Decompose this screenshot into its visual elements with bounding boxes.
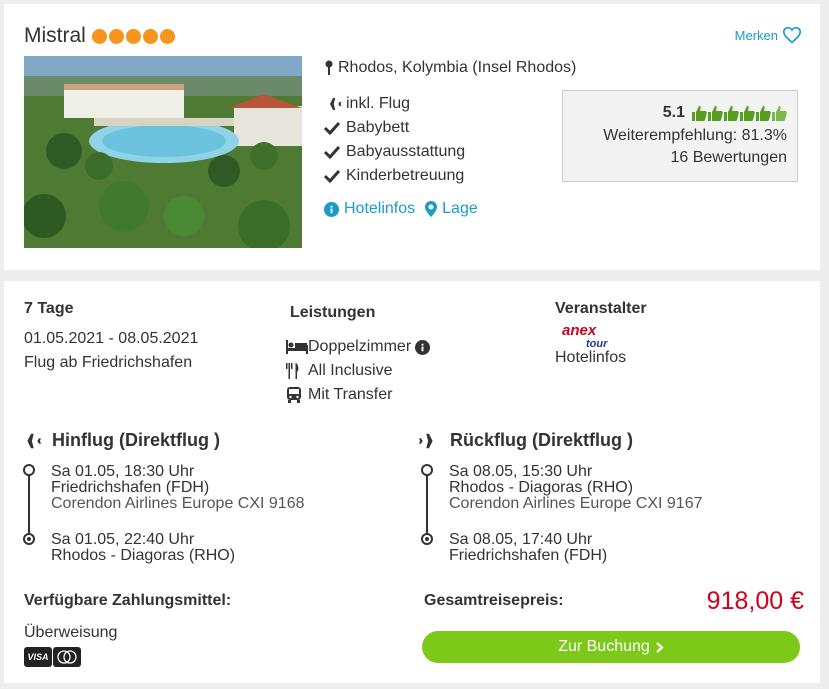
star-icon [108,28,124,44]
outbound-header: Hinflug (Direktflug ) [20,430,220,451]
hotel-name[interactable]: Mistral [24,24,86,48]
hotel-card: Mistral Merken Rhodos, Kolymbia (Insel R… [4,4,820,270]
thumbs-up-icon [692,106,707,121]
departure-airport: Flug ab Friedrichshafen [24,354,193,371]
plane-return-icon [419,433,438,448]
thumbs-up-icon [740,106,755,121]
info-icon[interactable] [415,339,431,355]
cutlery-icon [286,363,308,379]
star-icon [142,28,158,44]
rating-box[interactable]: 5.1 Weiterempfehlung: 81.3% 16 Bewertung… [562,90,798,182]
location-text: Rhodos, Kolymbia (Insel Rhodos) [338,59,577,76]
hotel-image[interactable] [24,56,302,248]
svg-text:anex: anex [562,322,597,339]
payment-method: Überweisung [24,624,118,641]
star-icon [91,28,107,44]
duration: 7 Tage [24,300,74,317]
departure-dot [23,464,35,476]
feature-item: Babybett [324,116,465,140]
rating-thumbs [691,105,787,121]
payment-cards: VISA [24,647,82,667]
service-item: Mit Transfer [286,386,392,404]
rating-summary: 5.1 [563,103,787,123]
map-pin-icon [325,60,333,75]
departure-dot [421,464,433,476]
thumbs-up-icon [708,106,723,121]
return-arrival: Sa 08.05, 17:40 Uhr Friedrichshafen (FDH… [449,531,608,564]
heart-icon [782,26,802,44]
rating-score: 5.1 [662,104,685,121]
hotel-stars [91,28,177,44]
map-marker-icon [425,201,438,217]
thumbs-up-icon [724,106,739,121]
return-timeline [426,474,428,538]
hotel-photo [24,56,302,248]
return-departure: Sa 08.05, 15:30 Uhr Rhodos - Diagoras (R… [449,463,703,512]
services-title: Leistungen [290,304,376,321]
recommendation-text: Weiterempfehlung: 81.3% [603,127,787,144]
operator-hotelinfos-link[interactable]: Hotelinfos [555,349,626,367]
visa-icon: VISA [24,647,52,667]
check-icon [324,145,346,159]
return-header: Rückflug (Direktflug ) [418,430,633,451]
chevron-right-icon [656,641,664,653]
hotel-links: Hotelinfos Lage [324,200,488,218]
payment-title: Verfügbare Zahlungsmittel: [24,592,232,609]
hotel-location: Rhodos, Kolymbia (Insel Rhodos) [324,59,576,77]
travel-dates: 01.05.2021 - 08.05.2021 [24,330,199,347]
info-icon [324,201,339,217]
star-icon [159,28,175,44]
total-label: Gesamtreisepreis: [424,592,564,609]
arrival-dot [23,533,35,545]
booking-button-label: Zur Buchung [558,638,650,655]
outbound-arrival: Sa 01.05, 22:40 Uhr Rhodos - Diagoras (R… [51,531,236,564]
outbound-timeline [28,474,30,538]
service-item: All Inclusive [286,362,392,380]
anex-tour-logo: anex tour [560,322,618,350]
lage-link[interactable]: Lage [425,200,478,218]
service-item: Doppelzimmer [286,338,431,356]
check-icon [324,169,346,183]
check-icon [324,121,346,135]
hotel-features: inkl. Flug Babybett Babyausstattung Kind… [324,92,465,188]
mastercard-icon [53,647,81,667]
star-icon [125,28,141,44]
feature-item: Kinderbetreuung [324,164,465,188]
arrival-dot [421,533,433,545]
plane-icon [324,96,346,112]
feature-item: inkl. Flug [324,92,465,116]
bus-icon [286,387,308,403]
hotelinfos-link[interactable]: Hotelinfos [324,200,415,218]
bed-icon [286,340,308,354]
reviews-count: 16 Bewertungen [670,149,787,166]
booking-button[interactable]: Zur Buchung [422,631,800,663]
bookmark-label: Merken [734,27,778,43]
thumbs-up-icon [756,106,771,121]
operator-title: Veranstalter [555,300,647,317]
bookmark-button[interactable]: Merken [735,26,802,44]
plane-icon [22,433,41,448]
total-price: 918,00 € [706,587,804,615]
outbound-departure: Sa 01.05, 18:30 Uhr Friedrichshafen (FDH… [51,463,305,512]
feature-item: Babyausstattung [324,140,465,164]
thumbs-up-icon [772,106,787,121]
hotel-title[interactable]: Mistral [24,24,177,48]
